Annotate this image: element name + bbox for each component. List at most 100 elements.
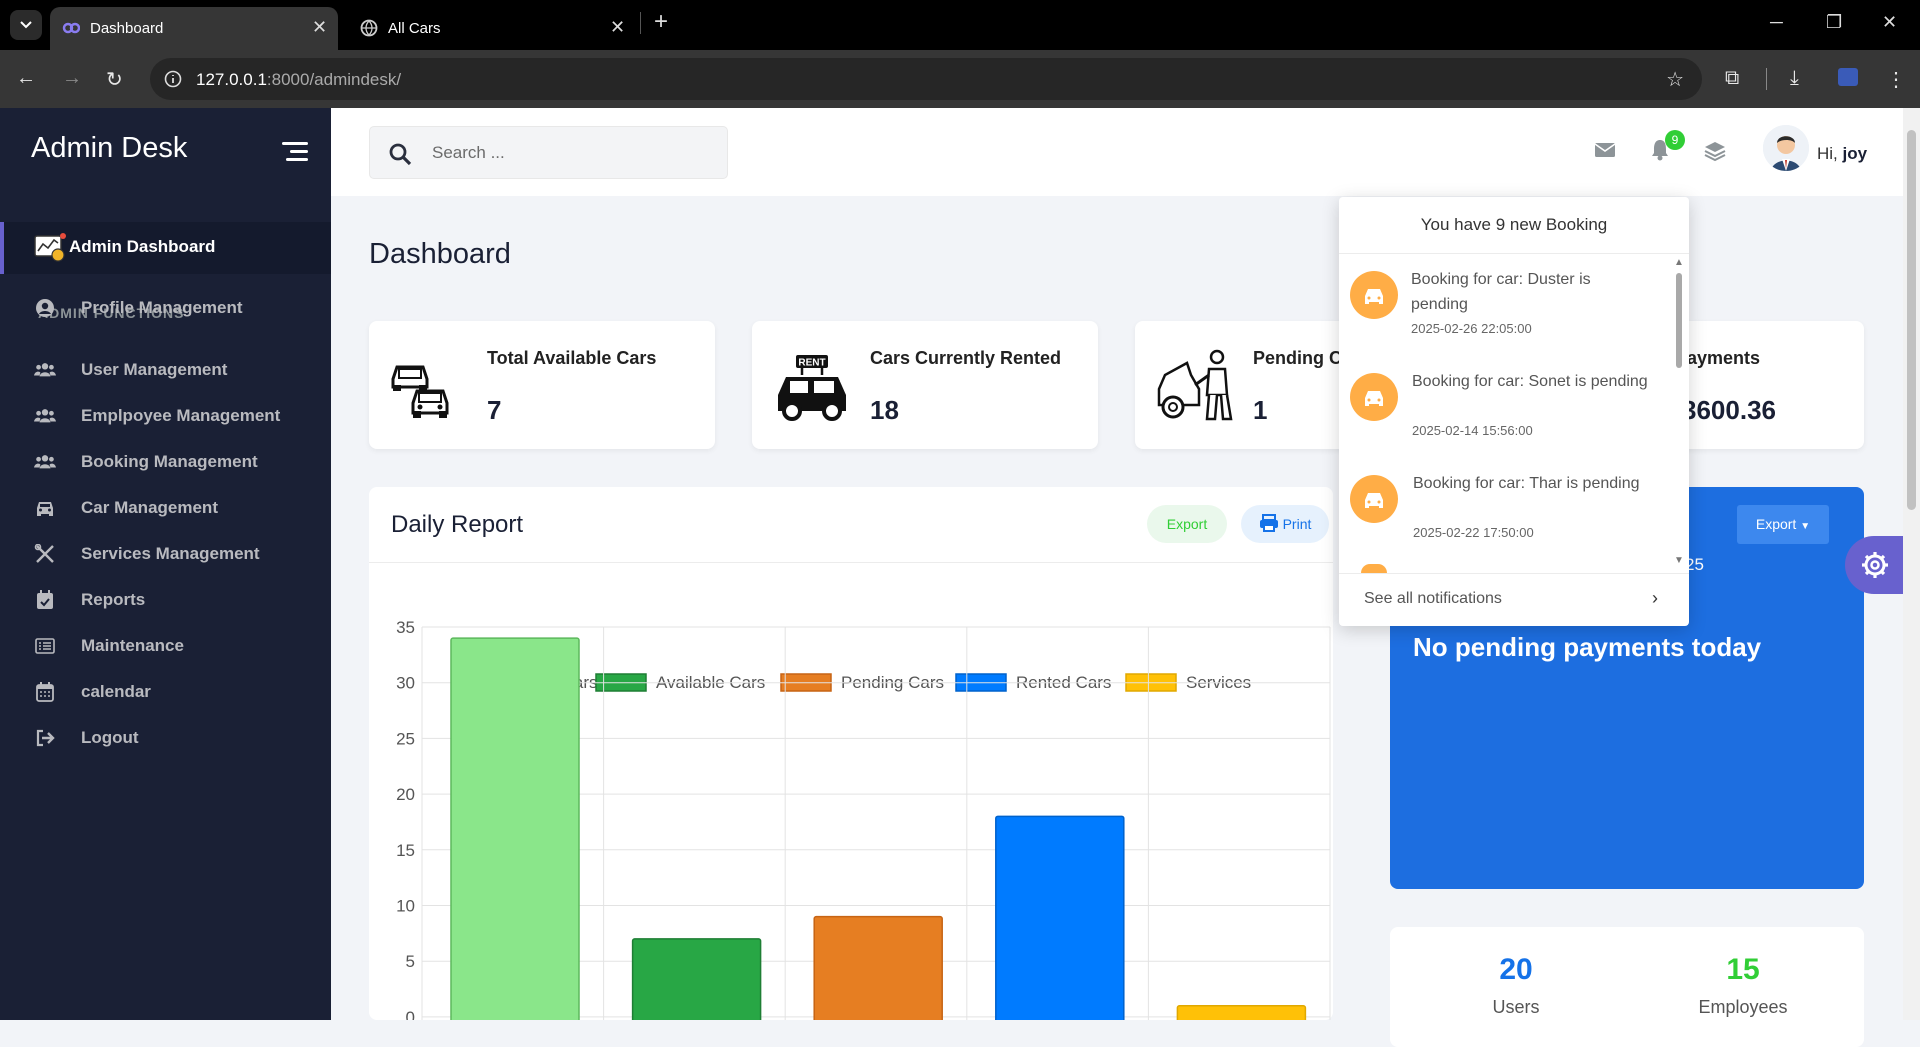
scrollbar-thumb[interactable] <box>1676 273 1682 368</box>
employees-stat: 15 Employees <box>1643 953 1843 1018</box>
export-label: Export <box>1755 516 1797 532</box>
page-scrollbar-thumb[interactable] <box>1907 130 1916 510</box>
profile-extension-icon[interactable] <box>1838 68 1858 86</box>
user-circle-icon <box>36 299 54 317</box>
tab-divider <box>640 12 641 34</box>
daily-report-panel: Daily Report Export Print Total CarsAvai… <box>369 487 1333 1020</box>
y-tick-label: 0 <box>406 1008 415 1020</box>
tab-dashboard[interactable]: Dashboard ✕ <box>50 7 338 50</box>
sidebar-item-calendar[interactable]: calendar <box>0 672 331 712</box>
browser-toolbar: ← → ↻ 127.0.0.1:8000/admindesk/ ☆ ⧉ ⤓ ⋮ <box>0 50 1920 108</box>
sidebar-item-profile-management[interactable]: Profile Management <box>0 288 331 328</box>
report-title: Daily Report <box>391 511 524 538</box>
settings-gear-button[interactable] <box>1845 536 1905 594</box>
reload-icon[interactable]: ↻ <box>106 67 123 92</box>
chevron-right-icon: › <box>1652 588 1658 608</box>
bar-total-cars <box>450 637 580 1020</box>
car-repair-icon <box>1157 349 1233 421</box>
tab-close-icon[interactable]: ✕ <box>610 17 625 38</box>
search-icon[interactable] <box>388 142 412 166</box>
tab-search-button[interactable] <box>10 10 42 40</box>
sidebar-item-label: Reports <box>81 590 146 609</box>
sidebar-item-employee-management[interactable]: Emplpoyee Management <box>0 396 331 436</box>
extensions-icon[interactable]: ⧉ <box>1725 67 1739 90</box>
sidebar-toggle-icon[interactable] <box>282 142 308 166</box>
notification-badge: 9 <box>1665 130 1685 150</box>
y-tick-label: 10 <box>396 897 415 916</box>
report-export-button[interactable]: Export <box>1147 505 1227 543</box>
notification-item[interactable]: Booking for car: Thar is pending 2025-02… <box>1339 461 1669 561</box>
sidebar-item-booking-management[interactable]: Booking Management <box>0 442 331 482</box>
user-greeting[interactable]: Hi, joy <box>1817 144 1867 164</box>
greeting-text: Hi, <box>1817 144 1838 163</box>
sidebar-item-maintenance[interactable]: Maintenance <box>0 626 331 666</box>
brand-title: Admin Desk <box>31 132 188 164</box>
tab-label: Dashboard <box>90 20 164 37</box>
see-all-label: See all notifications <box>1364 590 1502 607</box>
see-all-notifications-link[interactable]: See all notifications › <box>1339 573 1689 626</box>
caret-down-icon: ▼ <box>1800 521 1811 532</box>
sidebar-item-logout[interactable]: Logout <box>0 718 331 758</box>
layers-icon[interactable] <box>1704 140 1726 162</box>
bookmark-star-icon[interactable]: ☆ <box>1666 67 1684 92</box>
notification-scrollbar[interactable]: ▲ ▼ <box>1673 257 1685 567</box>
card-value: 7 <box>487 395 502 425</box>
notification-item[interactable]: Booking for car: Duster is pending 2025-… <box>1339 257 1669 357</box>
notification-text: Booking for car: Duster is pending <box>1411 271 1591 313</box>
browser-menu-icon[interactable]: ⋮ <box>1886 67 1906 92</box>
sidebar-item-label: Emplpoyee Management <box>81 406 281 425</box>
sidebar-item-user-management[interactable]: User Management <box>0 350 331 390</box>
card-value: 3600.36 <box>1682 395 1776 425</box>
minimize-icon[interactable]: ─ <box>1770 12 1783 33</box>
tab-close-icon[interactable]: ✕ <box>312 17 327 38</box>
site-info-icon[interactable] <box>164 70 182 88</box>
download-icon[interactable]: ⤓ <box>1790 67 1799 90</box>
bar-services <box>1176 1005 1307 1020</box>
page-scrollbar[interactable] <box>1903 108 1920 1020</box>
print-label: Print <box>1282 516 1312 532</box>
y-tick-label: 30 <box>396 674 415 693</box>
report-print-button[interactable]: Print <box>1241 505 1329 543</box>
sidebar-item-label: Services Management <box>81 544 260 563</box>
mail-icon[interactable] <box>1594 141 1616 159</box>
url-path: :8000/admindesk/ <box>266 70 402 89</box>
bar-available-cars <box>631 938 762 1020</box>
rent-car-icon: RENT <box>778 355 846 421</box>
sidebar-item-label: Maintenance <box>81 636 184 655</box>
users-icon <box>34 363 56 377</box>
scroll-down-icon[interactable]: ▼ <box>1674 555 1684 566</box>
scroll-up-icon[interactable]: ▲ <box>1674 257 1684 268</box>
new-tab-icon[interactable]: + <box>654 8 668 36</box>
notification-time: 2025-02-22 17:50:00 <box>1413 525 1534 540</box>
printer-icon <box>1259 514 1278 532</box>
search-input[interactable] <box>432 141 712 165</box>
users-icon <box>34 455 56 469</box>
forward-icon[interactable]: → <box>62 67 82 90</box>
sidebar-item-car-management[interactable]: Car Management <box>0 488 331 528</box>
url-text: 127.0.0.1:8000/admindesk/ <box>196 70 401 90</box>
restore-icon[interactable]: ❐ <box>1826 12 1842 33</box>
globe-icon <box>360 19 378 37</box>
address-bar[interactable]: 127.0.0.1:8000/admindesk/ ☆ <box>150 58 1702 100</box>
back-icon[interactable]: ← <box>16 67 36 90</box>
notification-item[interactable]: Booking for car: Sonet is pending 2025-0… <box>1339 359 1669 459</box>
summary-stats-panel: 20 Users 15 Employees <box>1390 927 1864 1047</box>
cars-icon <box>391 365 449 418</box>
y-tick-label: 15 <box>396 841 415 860</box>
payments-export-dropdown[interactable]: Export ▼ <box>1737 505 1829 544</box>
notification-item-partial <box>1361 564 1387 573</box>
sidebar-item-admin-dashboard[interactable]: Admin Dashboard <box>0 222 331 274</box>
tab-all-cars[interactable]: All Cars ✕ <box>348 7 638 50</box>
users-count: 20 <box>1499 953 1533 986</box>
svg-text:RENT: RENT <box>798 358 825 369</box>
window-close-icon[interactable]: ✕ <box>1882 12 1897 33</box>
car-icon <box>1350 475 1398 523</box>
search-box <box>369 126 728 179</box>
notification-header: You have 9 new Booking <box>1339 197 1689 254</box>
avatar[interactable] <box>1763 125 1809 171</box>
sidebar-item-services-management[interactable]: Services Management <box>0 534 331 574</box>
daily-report-chart: Total CarsAvailable CarsPending CarsRent… <box>396 618 1331 1020</box>
sidebar-item-reports[interactable]: Reports <box>0 580 331 620</box>
employees-label: Employees <box>1698 997 1788 1017</box>
users-stat: 20 Users <box>1416 953 1616 1018</box>
